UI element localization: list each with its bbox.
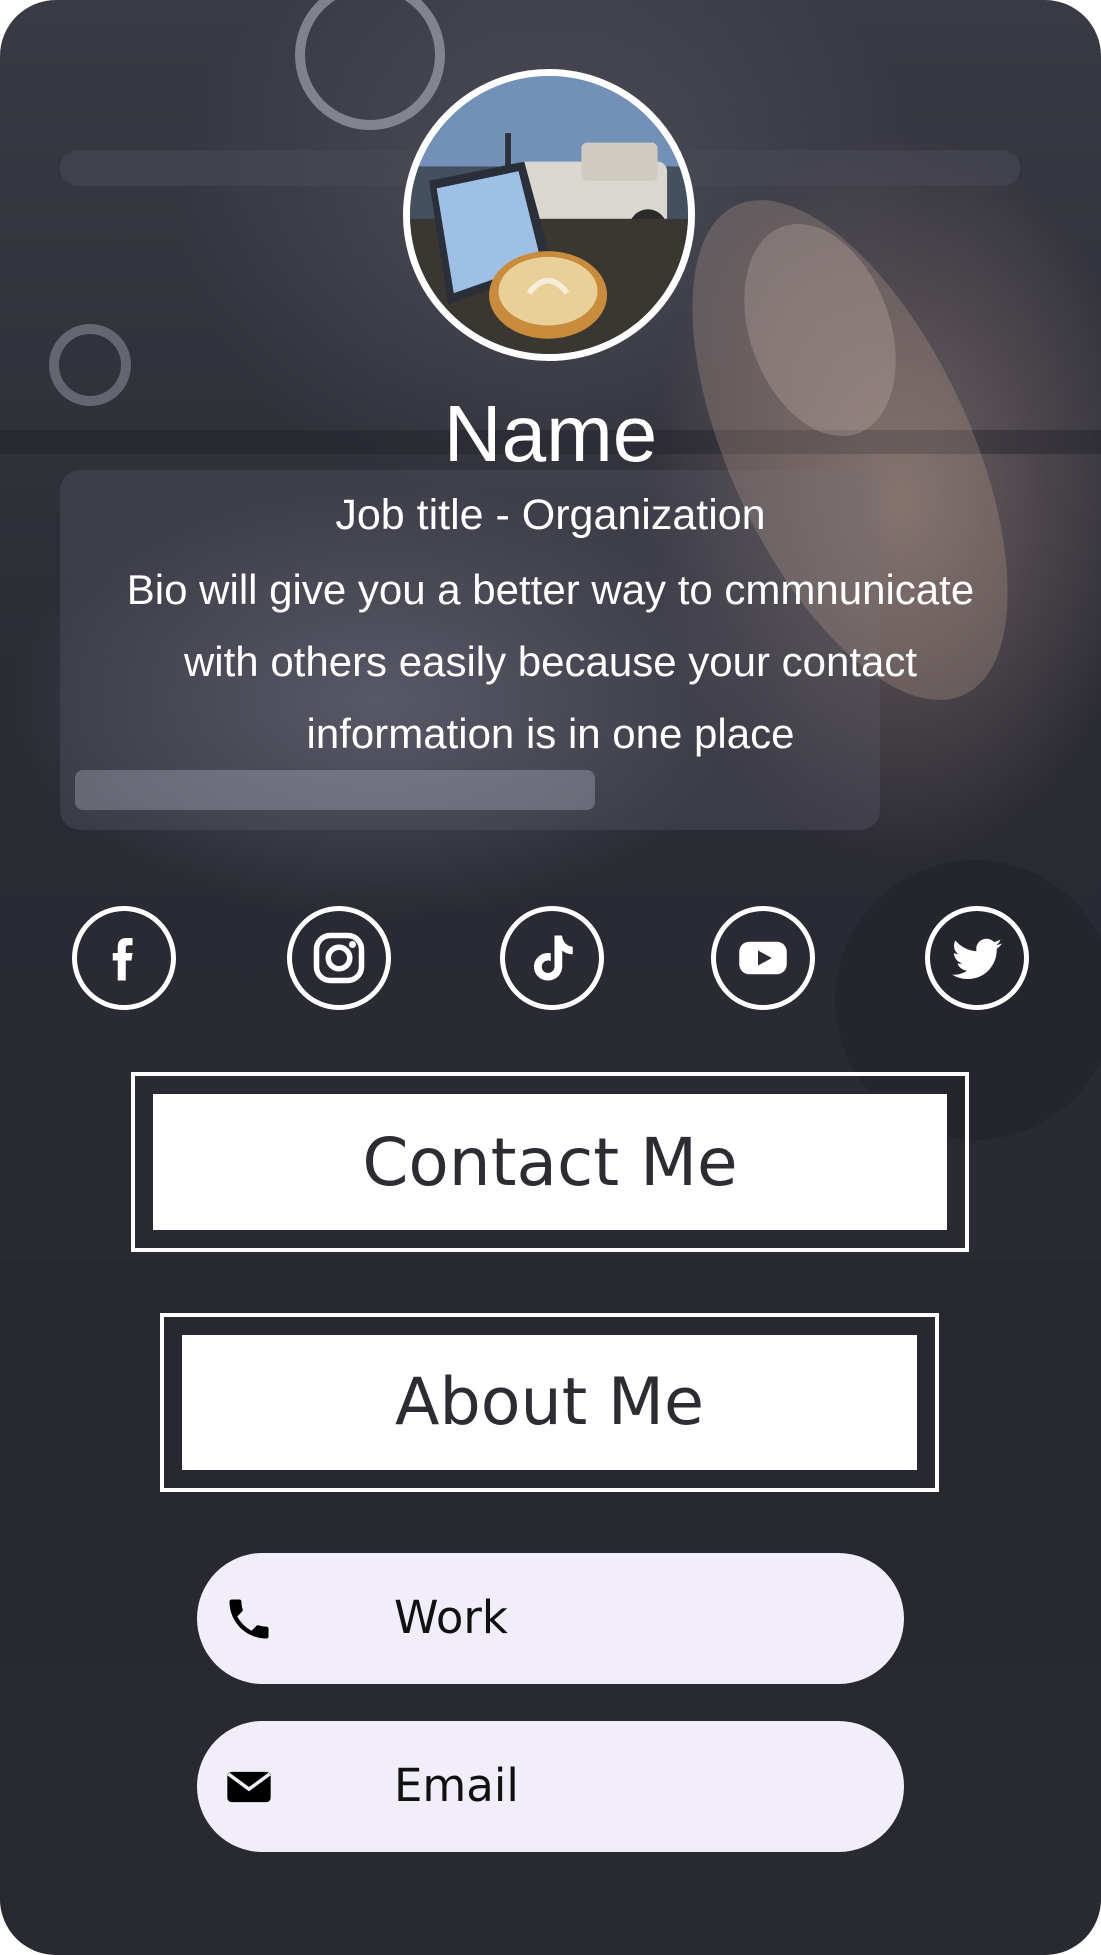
twitter-link[interactable]: [925, 906, 1029, 1010]
youtube-icon: [739, 941, 787, 975]
instagram-link[interactable]: [287, 906, 391, 1010]
twitter-icon: [952, 938, 1002, 979]
contact-me-button[interactable]: Contact Me: [131, 1072, 969, 1252]
work-phone-button[interactable]: Work: [197, 1553, 904, 1684]
profile-name: Name: [443, 389, 658, 478]
about-me-button[interactable]: About Me: [160, 1313, 939, 1492]
bio-text: Bio will give you a better way to cmmnun…: [126, 566, 975, 757]
profile-card: Name Job title - Organization Bio will g…: [0, 0, 1101, 1955]
phone-icon: [229, 1599, 269, 1639]
work-label: Work: [394, 1591, 508, 1644]
email-button[interactable]: Email: [197, 1721, 904, 1852]
tiktok-icon: [534, 935, 573, 981]
job-title: Job title - Organization: [335, 491, 766, 539]
avatar: [403, 69, 695, 361]
youtube-link[interactable]: [711, 906, 815, 1010]
about-me-label: About Me: [182, 1335, 917, 1470]
instagram-icon: [313, 932, 365, 984]
avatar-photo: [410, 76, 688, 354]
envelope-icon: [227, 1771, 271, 1803]
contact-me-label: Contact Me: [153, 1094, 947, 1230]
facebook-link[interactable]: [72, 906, 176, 1010]
facebook-icon: [112, 938, 133, 981]
email-label: Email: [394, 1759, 519, 1812]
tiktok-link[interactable]: [500, 906, 604, 1010]
